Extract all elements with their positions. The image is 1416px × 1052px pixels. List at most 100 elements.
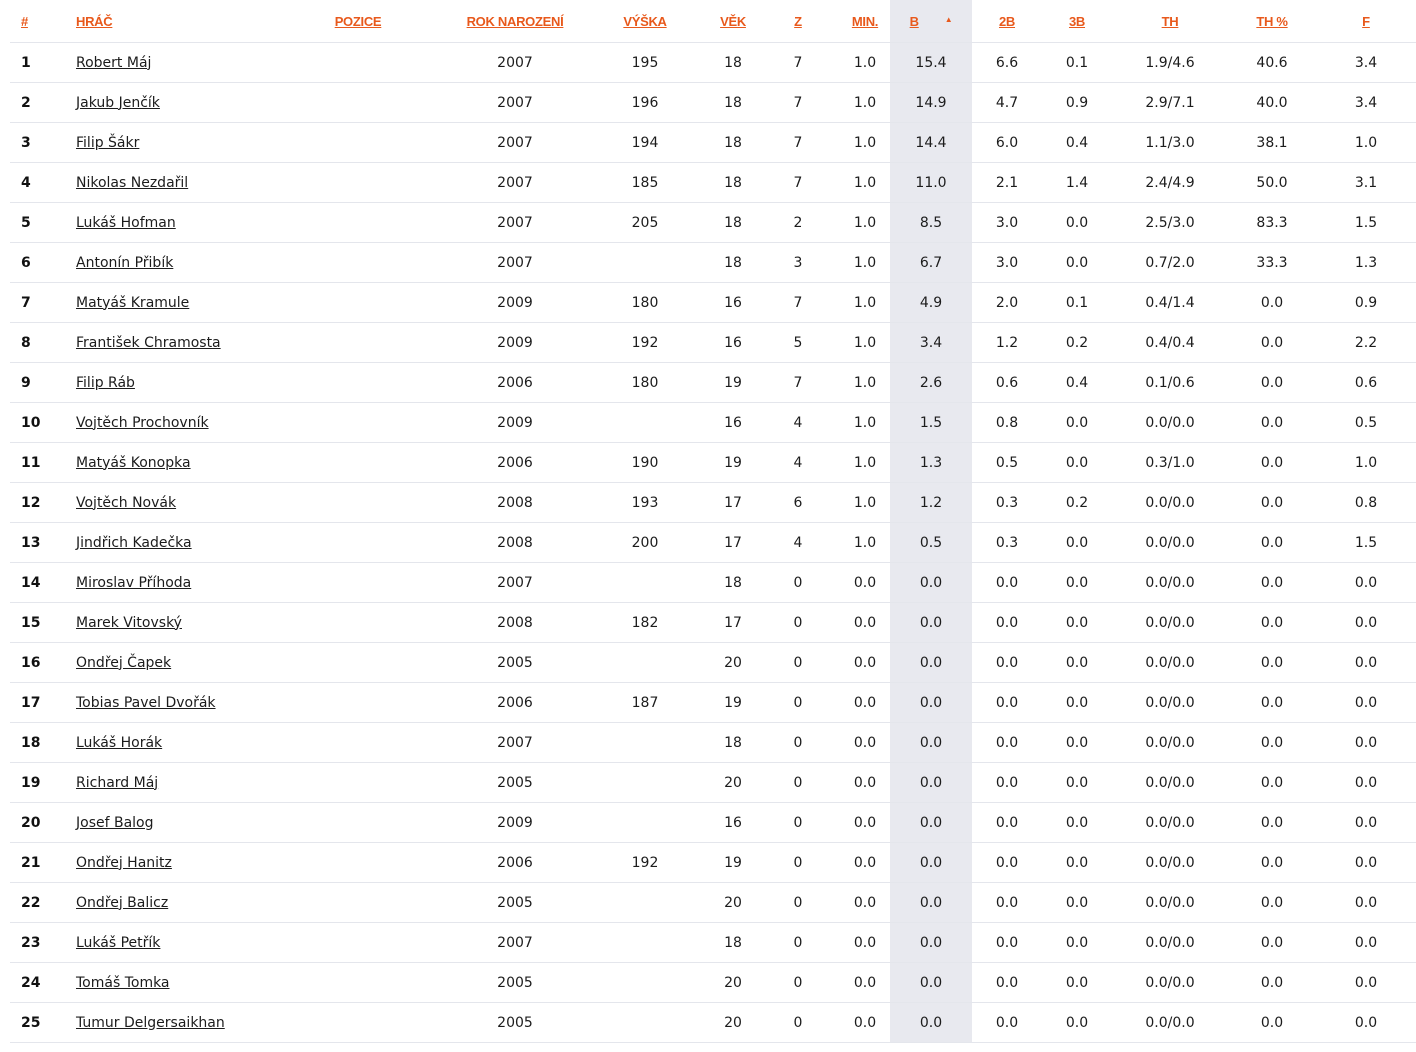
cell-two-pointers: 0.3 xyxy=(972,482,1042,523)
cell-position xyxy=(266,82,450,123)
table-row: 17 Tobias Pavel Dvořák 2006 187 19 0 0.0 0.0 0.0… xyxy=(10,682,1416,723)
header-height[interactable]: VÝŠKA xyxy=(580,0,710,43)
cell-free-throw-pct: 83.3 xyxy=(1228,202,1316,243)
cell-height xyxy=(580,642,710,683)
header-position[interactable]: POZICE xyxy=(266,0,450,43)
cell-rank: 11 xyxy=(10,442,76,483)
cell-height: 180 xyxy=(580,282,710,323)
cell-fouls: 0.0 xyxy=(1316,1002,1416,1043)
table-row: 8 František Chramosta 2009 192 16 5 1.0 3.4 1.2 0… xyxy=(10,322,1416,363)
player-name-link[interactable]: Filip Šákr xyxy=(76,135,139,151)
cell-minutes: 1.0 xyxy=(840,442,890,483)
cell-minutes: 1.0 xyxy=(840,322,890,363)
player-name-link[interactable]: Richard Máj xyxy=(76,775,158,791)
cell-position xyxy=(266,842,450,883)
cell-free-throw-pct: 0.0 xyxy=(1228,282,1316,323)
cell-player-name: Lukáš Horák xyxy=(76,722,266,763)
cell-two-pointers: 0.0 xyxy=(972,602,1042,643)
cell-two-pointers: 0.0 xyxy=(972,722,1042,763)
cell-player-name: Jakub Jenčík xyxy=(76,82,266,123)
player-name-link[interactable]: Lukáš Hofman xyxy=(76,215,176,231)
table-row: 12 Vojtěch Novák 2008 193 17 6 1.0 1.2 0.3 0.2 0.0… xyxy=(10,482,1416,523)
cell-fouls: 0.0 xyxy=(1316,602,1416,643)
header-fouls[interactable]: F xyxy=(1316,0,1416,43)
player-name-link[interactable]: Ondřej Balicz xyxy=(76,895,168,911)
cell-player-name: Ondřej Hanitz xyxy=(76,842,266,883)
player-name-link[interactable]: Ondřej Hanitz xyxy=(76,855,172,871)
cell-free-throws: 0.0/0.0 xyxy=(1112,922,1228,963)
player-name-link[interactable]: Matyáš Kramule xyxy=(76,295,189,311)
cell-player-name: Lukáš Hofman xyxy=(76,202,266,243)
cell-rank: 17 xyxy=(10,682,76,723)
player-name-link[interactable]: Filip Ráb xyxy=(76,375,135,391)
player-name-link[interactable]: Vojtěch Novák xyxy=(76,495,176,511)
cell-points: 0.0 xyxy=(890,882,972,923)
player-name-link[interactable]: Lukáš Horák xyxy=(76,735,162,751)
table-row: 22 Ondřej Balicz 2005 20 0 0.0 0.0 0.0 0.0 0.0/0.… xyxy=(10,882,1416,923)
player-name-link[interactable]: Nikolas Nezdařil xyxy=(76,175,188,191)
header-points[interactable]: B ▲ xyxy=(890,0,972,43)
player-name-link[interactable]: Ondřej Čapek xyxy=(76,655,171,671)
player-name-link[interactable]: Marek Vitovský xyxy=(76,615,182,631)
cell-three-pointers: 0.2 xyxy=(1042,322,1112,363)
cell-free-throws: 0.0/0.0 xyxy=(1112,722,1228,763)
cell-games: 4 xyxy=(756,402,840,443)
cell-fouls: 0.0 xyxy=(1316,802,1416,843)
cell-games: 5 xyxy=(756,322,840,363)
cell-birth-year: 2005 xyxy=(450,1002,580,1043)
cell-position xyxy=(266,562,450,603)
player-name-link[interactable]: Robert Máj xyxy=(76,55,151,71)
cell-two-pointers: 4.7 xyxy=(972,82,1042,123)
cell-position xyxy=(266,362,450,403)
cell-free-throw-pct: 0.0 xyxy=(1228,562,1316,603)
cell-birth-year: 2007 xyxy=(450,122,580,163)
table-row: 13 Jindřich Kadečka 2008 200 17 4 1.0 0.5 0.3 0.0… xyxy=(10,522,1416,563)
player-name-link[interactable]: Lukáš Petřík xyxy=(76,935,160,951)
header-free-throw-pct[interactable]: TH % xyxy=(1228,0,1316,43)
cell-two-pointers: 3.0 xyxy=(972,202,1042,243)
player-name-link[interactable]: Josef Balog xyxy=(76,815,154,831)
cell-minutes: 0.0 xyxy=(840,962,890,1003)
cell-free-throw-pct: 0.0 xyxy=(1228,722,1316,763)
cell-player-name: Nikolas Nezdařil xyxy=(76,162,266,203)
cell-two-pointers: 0.0 xyxy=(972,842,1042,883)
header-age[interactable]: VĚK xyxy=(710,0,756,43)
header-birth-year[interactable]: ROK NAROZENÍ xyxy=(450,0,580,43)
player-name-link[interactable]: František Chramosta xyxy=(76,335,221,351)
cell-height xyxy=(580,1002,710,1043)
player-name-link[interactable]: Antonín Přibík xyxy=(76,255,173,271)
cell-player-name: František Chramosta xyxy=(76,322,266,363)
player-name-link[interactable]: Tumur Delgersaikhan xyxy=(76,1015,225,1031)
player-name-link[interactable]: Tobias Pavel Dvořák xyxy=(76,695,216,711)
player-name-link[interactable]: Matyáš Konopka xyxy=(76,455,191,471)
header-games[interactable]: Z xyxy=(756,0,840,43)
cell-player-name: Robert Máj xyxy=(76,42,266,83)
cell-rank: 24 xyxy=(10,962,76,1003)
header-player[interactable]: HRÁČ xyxy=(76,0,266,43)
cell-games: 7 xyxy=(756,362,840,403)
cell-minutes: 1.0 xyxy=(840,82,890,123)
cell-free-throws: 0.1/0.6 xyxy=(1112,362,1228,403)
cell-fouls: 0.8 xyxy=(1316,482,1416,523)
cell-minutes: 1.0 xyxy=(840,402,890,443)
header-free-throws[interactable]: TH xyxy=(1112,0,1228,43)
cell-rank: 5 xyxy=(10,202,76,243)
cell-rank: 9 xyxy=(10,362,76,403)
header-minutes[interactable]: MIN. xyxy=(840,0,890,43)
cell-age: 20 xyxy=(710,762,756,803)
player-name-link[interactable]: Miroslav Příhoda xyxy=(76,575,191,591)
player-name-link[interactable]: Vojtěch Prochovník xyxy=(76,415,209,431)
cell-games: 7 xyxy=(756,282,840,323)
header-rank[interactable]: # xyxy=(10,0,76,43)
player-name-link[interactable]: Jindřich Kadečka xyxy=(76,535,192,551)
cell-position xyxy=(266,162,450,203)
cell-three-pointers: 0.0 xyxy=(1042,602,1112,643)
table-row: 20 Josef Balog 2009 16 0 0.0 0.0 0.0 0.0 0.0/0.0 0… xyxy=(10,802,1416,843)
cell-three-pointers: 0.0 xyxy=(1042,722,1112,763)
player-name-link[interactable]: Jakub Jenčík xyxy=(76,95,160,111)
cell-birth-year: 2009 xyxy=(450,282,580,323)
header-two-pointers[interactable]: 2B xyxy=(972,0,1042,43)
player-name-link[interactable]: Tomáš Tomka xyxy=(76,975,170,991)
cell-minutes: 0.0 xyxy=(840,802,890,843)
header-three-pointers[interactable]: 3B xyxy=(1042,0,1112,43)
